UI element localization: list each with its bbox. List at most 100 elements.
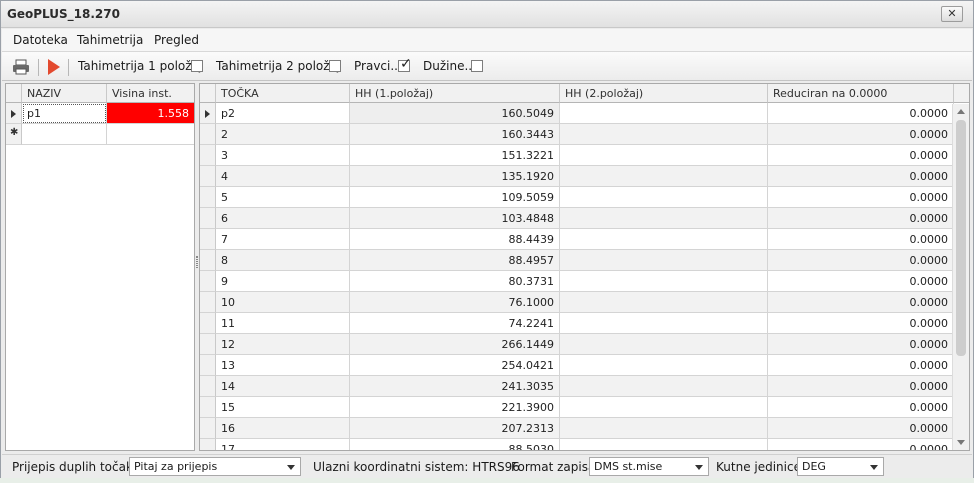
column-header-tocka[interactable]: TOČKA bbox=[216, 84, 350, 103]
hh2-cell[interactable] bbox=[560, 334, 768, 355]
splitter-handle[interactable] bbox=[196, 256, 198, 268]
row-selector[interactable] bbox=[200, 208, 216, 229]
new-row-selector[interactable]: ✱ bbox=[6, 124, 22, 145]
hh1-cell[interactable]: 88.5030 bbox=[350, 439, 560, 450]
hh2-cell[interactable] bbox=[560, 271, 768, 292]
hh2-cell[interactable] bbox=[560, 124, 768, 145]
row-selector[interactable] bbox=[200, 250, 216, 271]
reduciran-cell[interactable]: 0.0000 bbox=[768, 271, 954, 292]
row-selector[interactable] bbox=[200, 229, 216, 250]
tocka-cell[interactable]: 8 bbox=[216, 250, 350, 271]
tocka-cell[interactable]: 4 bbox=[216, 166, 350, 187]
row-selector[interactable] bbox=[200, 418, 216, 439]
kutne-select[interactable]: DEG bbox=[797, 457, 884, 476]
hh1-cell[interactable]: 74.2241 bbox=[350, 313, 560, 334]
duzine-checkbox[interactable] bbox=[471, 60, 483, 72]
tocka-cell[interactable]: 15 bbox=[216, 397, 350, 418]
title-bar[interactable]: GeoPLUS_18.270 ✕ bbox=[1, 1, 973, 28]
printer-icon[interactable] bbox=[12, 59, 30, 75]
tocka-cell[interactable]: 6 bbox=[216, 208, 350, 229]
hh1-cell[interactable]: 80.3731 bbox=[350, 271, 560, 292]
hh1-cell[interactable]: 109.5059 bbox=[350, 187, 560, 208]
hh2-cell[interactable] bbox=[560, 250, 768, 271]
reduciran-cell[interactable]: 0.0000 bbox=[768, 439, 954, 450]
hh1-cell[interactable]: 151.3221 bbox=[350, 145, 560, 166]
hh2-cell[interactable] bbox=[560, 376, 768, 397]
row-selector[interactable] bbox=[200, 145, 216, 166]
row-selector[interactable] bbox=[200, 103, 216, 124]
hh1-cell[interactable]: 266.1449 bbox=[350, 334, 560, 355]
column-header-hh2[interactable]: HH (2.položaj) bbox=[560, 84, 768, 103]
station-naziv-cell[interactable]: p1 bbox=[22, 103, 107, 124]
reduciran-cell[interactable]: 0.0000 bbox=[768, 292, 954, 313]
hh1-cell[interactable]: 103.4848 bbox=[350, 208, 560, 229]
dupli-select[interactable]: Pitaj za prijepis bbox=[129, 457, 301, 476]
row-selector[interactable] bbox=[200, 439, 216, 450]
tocka-cell[interactable]: 17 bbox=[216, 439, 350, 450]
tocka-cell[interactable]: 13 bbox=[216, 355, 350, 376]
tocka-cell[interactable]: 7 bbox=[216, 229, 350, 250]
vertical-scrollbar[interactable] bbox=[952, 104, 969, 450]
row-selector[interactable] bbox=[200, 187, 216, 208]
row-selector[interactable] bbox=[200, 355, 216, 376]
reduciran-cell[interactable]: 0.0000 bbox=[768, 166, 954, 187]
reduciran-cell[interactable]: 0.0000 bbox=[768, 145, 954, 166]
hh1-cell[interactable]: 207.2313 bbox=[350, 418, 560, 439]
tahimetrija-1-checkbox[interactable] bbox=[191, 60, 203, 72]
reduciran-cell[interactable]: 0.0000 bbox=[768, 313, 954, 334]
hh2-cell[interactable] bbox=[560, 439, 768, 450]
hh2-cell[interactable] bbox=[560, 166, 768, 187]
row-selector[interactable] bbox=[200, 376, 216, 397]
reduciran-cell[interactable]: 0.0000 bbox=[768, 124, 954, 145]
pravci-checkbox[interactable]: ✓ bbox=[398, 57, 412, 72]
tocka-cell[interactable]: 10 bbox=[216, 292, 350, 313]
tocka-cell[interactable]: 3 bbox=[216, 145, 350, 166]
row-selector[interactable] bbox=[200, 334, 216, 355]
menu-datoteka[interactable]: Datoteka bbox=[13, 33, 68, 47]
menu-pregled[interactable]: Pregled bbox=[154, 33, 199, 47]
hh1-cell[interactable]: 76.1000 bbox=[350, 292, 560, 313]
station-visina-cell[interactable]: 1.558 bbox=[107, 103, 194, 124]
new-row-naziv-cell[interactable] bbox=[22, 124, 107, 145]
new-row-visina-cell[interactable] bbox=[107, 124, 194, 145]
reduciran-cell[interactable]: 0.0000 bbox=[768, 103, 954, 124]
hh1-cell[interactable]: 160.3443 bbox=[350, 124, 560, 145]
tocka-cell[interactable]: 12 bbox=[216, 334, 350, 355]
hh2-cell[interactable] bbox=[560, 292, 768, 313]
column-header-reduciran[interactable]: Reduciran na 0.0000 bbox=[768, 84, 954, 103]
tocka-cell[interactable]: 9 bbox=[216, 271, 350, 292]
format-select[interactable]: DMS st.mise bbox=[589, 457, 709, 476]
hh2-cell[interactable] bbox=[560, 418, 768, 439]
reduciran-cell[interactable]: 0.0000 bbox=[768, 250, 954, 271]
hh2-cell[interactable] bbox=[560, 187, 768, 208]
reduciran-cell[interactable]: 0.0000 bbox=[768, 334, 954, 355]
reduciran-cell[interactable]: 0.0000 bbox=[768, 355, 954, 376]
menu-tahimetrija[interactable]: Tahimetrija bbox=[77, 33, 143, 47]
tahimetrija-2-checkbox[interactable] bbox=[329, 60, 341, 72]
hh2-cell[interactable] bbox=[560, 103, 768, 124]
hh1-cell[interactable]: 88.4957 bbox=[350, 250, 560, 271]
reduciran-cell[interactable]: 0.0000 bbox=[768, 397, 954, 418]
hh1-cell[interactable]: 135.1920 bbox=[350, 166, 560, 187]
reduciran-cell[interactable]: 0.0000 bbox=[768, 418, 954, 439]
tocka-cell[interactable]: 11 bbox=[216, 313, 350, 334]
tocka-cell[interactable]: 14 bbox=[216, 376, 350, 397]
reduciran-cell[interactable]: 0.0000 bbox=[768, 229, 954, 250]
hh2-cell[interactable] bbox=[560, 229, 768, 250]
column-header-hh1[interactable]: HH (1.položaj) bbox=[350, 84, 560, 103]
scroll-up-icon[interactable] bbox=[957, 109, 965, 114]
row-selector[interactable] bbox=[200, 292, 216, 313]
hh1-cell[interactable]: 241.3035 bbox=[350, 376, 560, 397]
row-selector[interactable] bbox=[200, 124, 216, 145]
row-selector[interactable] bbox=[200, 166, 216, 187]
hh2-cell[interactable] bbox=[560, 355, 768, 376]
column-header-visina[interactable]: Visina inst. bbox=[107, 84, 194, 103]
column-header-naziv[interactable]: NAZIV bbox=[22, 84, 107, 103]
tocka-cell[interactable]: 2 bbox=[216, 124, 350, 145]
hh2-cell[interactable] bbox=[560, 208, 768, 229]
hh1-cell[interactable]: 254.0421 bbox=[350, 355, 560, 376]
close-button[interactable]: ✕ bbox=[941, 6, 963, 22]
hh2-cell[interactable] bbox=[560, 313, 768, 334]
tocka-cell[interactable]: 16 bbox=[216, 418, 350, 439]
row-selector[interactable] bbox=[200, 397, 216, 418]
